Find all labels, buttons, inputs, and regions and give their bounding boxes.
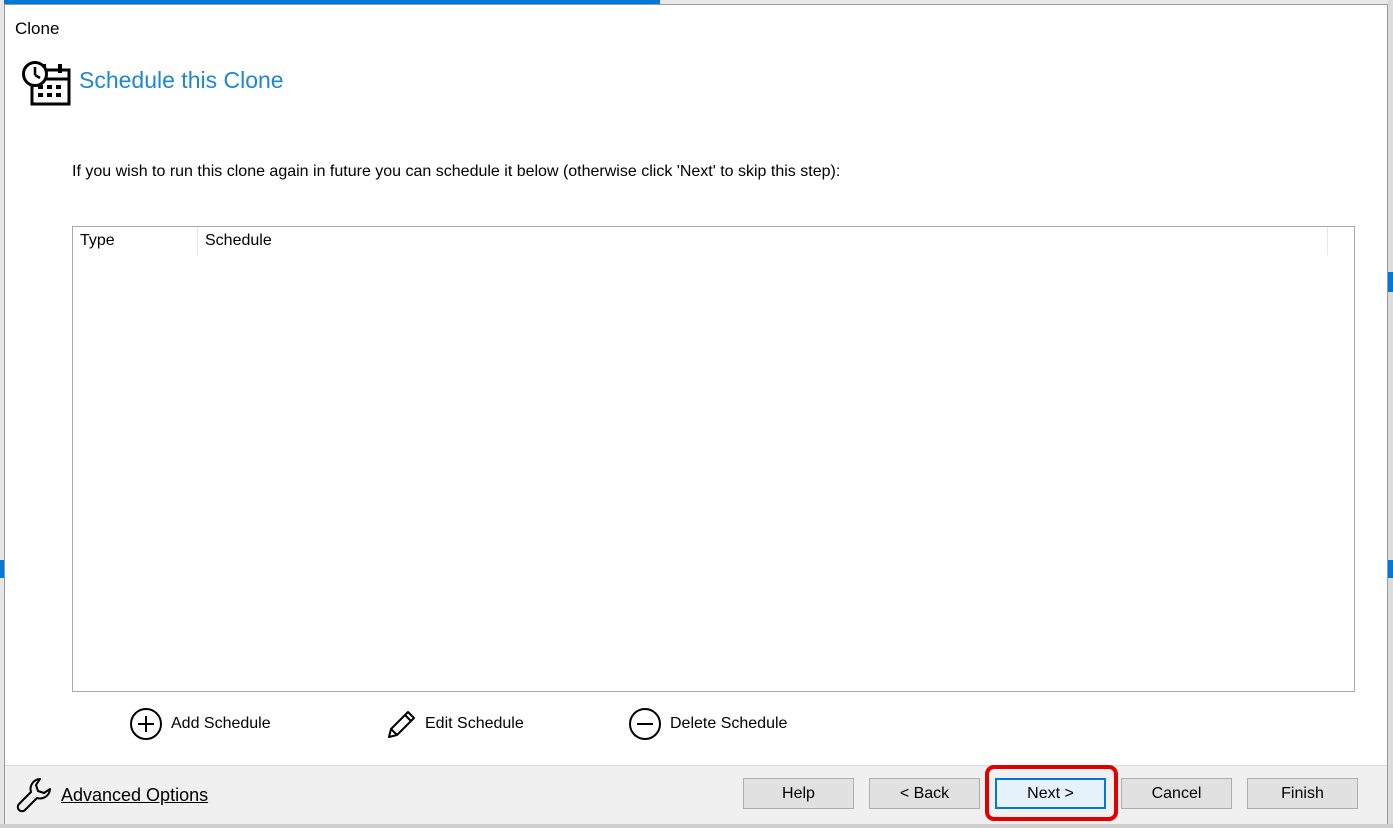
advanced-options-link[interactable]: Advanced Options xyxy=(15,776,208,814)
cancel-button[interactable]: Cancel xyxy=(1121,778,1232,809)
next-button[interactable]: Next > xyxy=(995,778,1106,809)
background-window-edge xyxy=(1388,0,1393,828)
column-header-schedule[interactable]: Schedule xyxy=(198,227,1328,255)
background-window-edge xyxy=(1388,272,1393,292)
add-schedule-button[interactable]: Add Schedule xyxy=(129,707,271,741)
delete-schedule-button[interactable]: Delete Schedule xyxy=(628,707,787,741)
edit-schedule-button[interactable]: Edit Schedule xyxy=(383,707,524,741)
window-title: Clone xyxy=(15,19,60,38)
list-header: Type Schedule xyxy=(73,227,1354,255)
edit-schedule-label: Edit Schedule xyxy=(425,715,524,732)
plus-circle-icon xyxy=(130,708,162,740)
pencil-icon xyxy=(388,711,415,738)
back-button[interactable]: < Back xyxy=(869,778,980,809)
help-button[interactable]: Help xyxy=(743,778,854,809)
delete-schedule-label: Delete Schedule xyxy=(670,715,788,732)
clock-calendar-icon xyxy=(22,61,71,106)
page-title: Schedule this Clone xyxy=(79,67,284,93)
dialog-footer: Advanced Options Help < Back Next > Canc… xyxy=(5,766,1387,824)
advanced-options-label: Advanced Options xyxy=(61,784,209,805)
background-window-edge xyxy=(0,824,1393,828)
clone-dialog: Clone Schedule this Clone If you wish to… xyxy=(4,4,1388,824)
background-window-edge xyxy=(1388,560,1393,578)
wrench-icon xyxy=(16,778,51,813)
finish-button[interactable]: Finish xyxy=(1247,778,1358,809)
add-schedule-label: Add Schedule xyxy=(171,715,271,732)
column-header-type[interactable]: Type xyxy=(73,227,198,255)
instruction-text: If you wish to run this clone again in f… xyxy=(72,163,841,180)
schedule-list[interactable]: Type Schedule xyxy=(72,226,1355,692)
minus-circle-icon xyxy=(629,708,661,740)
